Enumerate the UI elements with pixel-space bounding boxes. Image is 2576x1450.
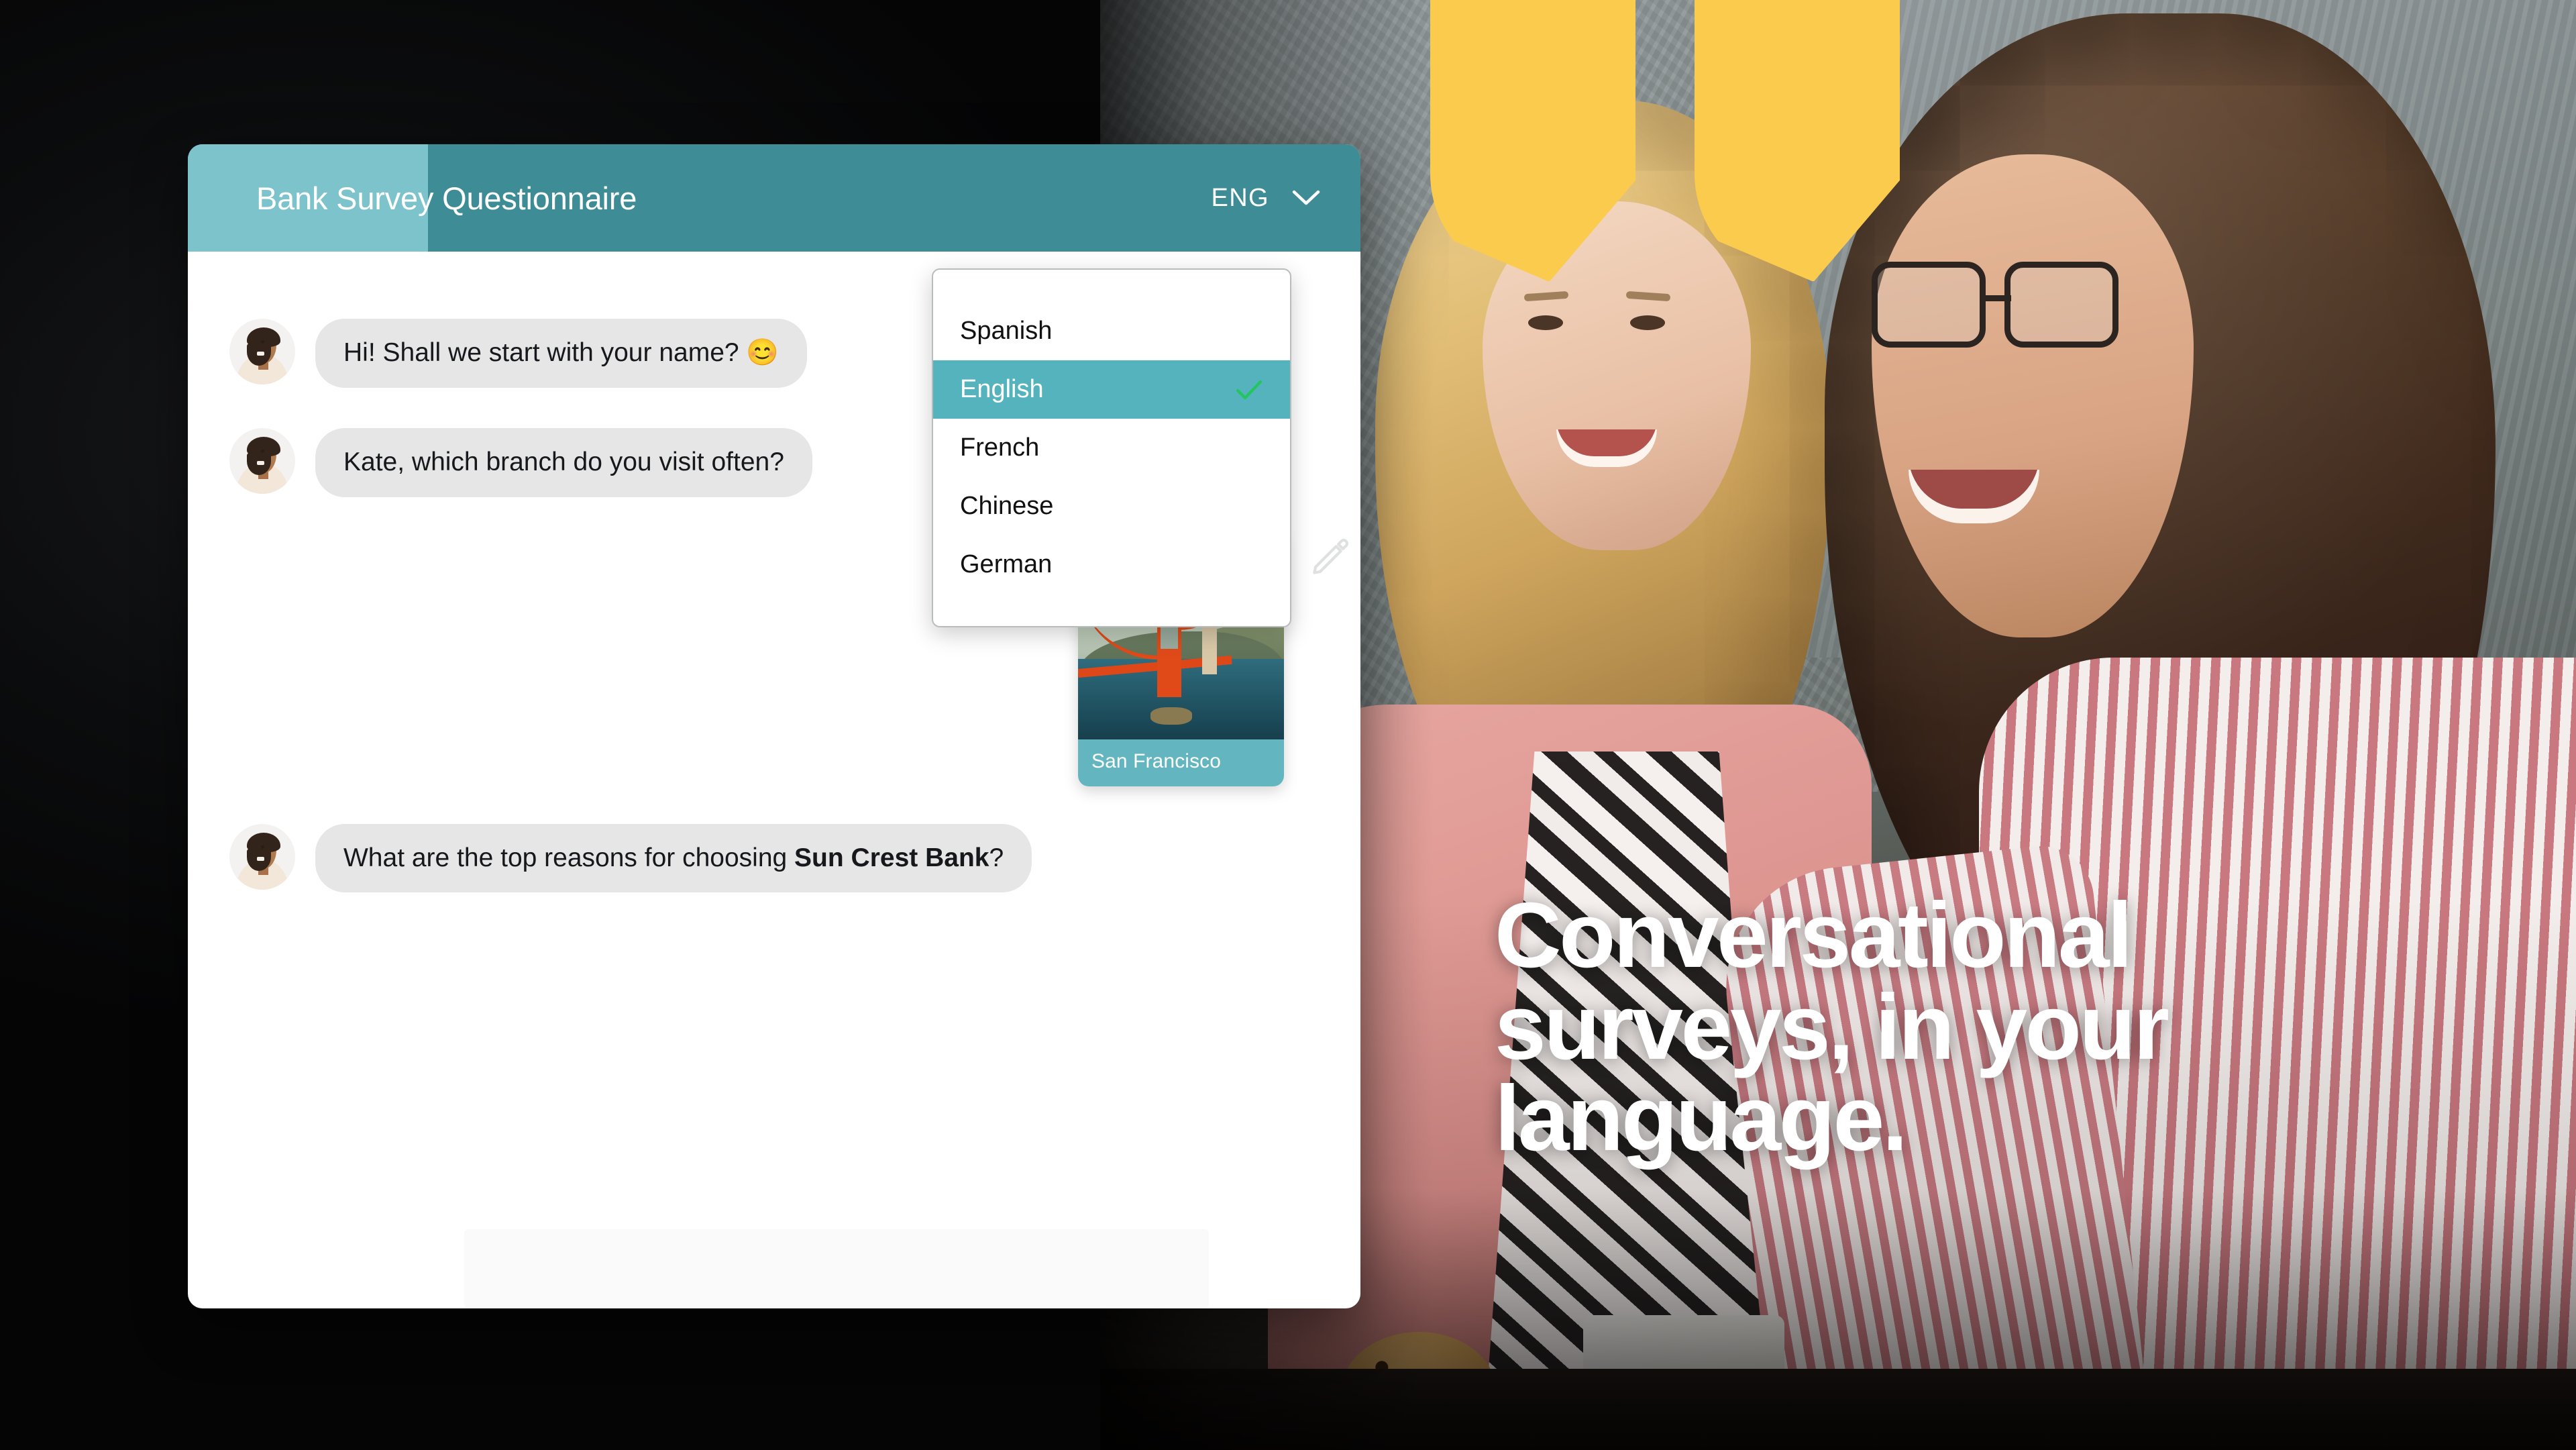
- bot-message-bubble: What are the top reasons for choosing Su…: [315, 823, 1032, 893]
- quote-mark-stroke-right: [1695, 0, 1900, 282]
- dropdown-option-label: German: [960, 550, 1053, 578]
- panel-header: Bank Survey Questionnaire ENG: [188, 144, 1360, 252]
- quote-mark-stroke-left: [1430, 0, 1635, 282]
- headline-line-3: language.: [1495, 1067, 1908, 1171]
- list-item: What are the top reasons for choosing Su…: [188, 823, 1360, 893]
- message-text: Kate, which branch do you visit often?: [343, 447, 784, 476]
- dropdown-option-chinese[interactable]: Chinese: [933, 477, 1290, 535]
- language-selector-label: ENG: [1211, 183, 1269, 212]
- smiling-face-emoji-icon: 😊: [746, 338, 779, 367]
- bot-message-bubble: Hi! Shall we start with your name? 😊: [315, 319, 807, 388]
- dropdown-option-label: Chinese: [960, 492, 1054, 520]
- answer-input-area[interactable]: [464, 1229, 1209, 1308]
- quote-mark-graphic: [1430, 0, 1900, 282]
- image-answer-caption: San Francisco: [1078, 739, 1284, 786]
- message-text-suffix: ?: [989, 843, 1004, 872]
- message-text: Hi! Shall we start with your name?: [343, 338, 747, 367]
- dropdown-option-label: English: [960, 375, 1044, 403]
- avatar: [229, 319, 295, 384]
- dropdown-option-label: French: [960, 433, 1040, 462]
- page-title: Bank Survey Questionnaire: [256, 180, 637, 216]
- bot-message-bubble: Kate, which branch do you visit often?: [315, 427, 812, 497]
- dropdown-option-label: Spanish: [960, 317, 1053, 345]
- avatar: [229, 823, 295, 890]
- chevron-down-icon: [1292, 190, 1320, 205]
- avatar: [229, 427, 295, 494]
- message-text: What are the top reasons for choosing: [343, 843, 795, 872]
- dropdown-option-french[interactable]: French: [933, 419, 1290, 477]
- pencil-edit-icon[interactable]: [1308, 535, 1352, 579]
- headline-line-2: surveys, in your: [1495, 975, 2169, 1079]
- dropdown-option-german[interactable]: German: [933, 535, 1290, 594]
- dropdown-option-spanish[interactable]: Spanish: [933, 302, 1290, 360]
- message-text-bold: Sun Crest Bank: [794, 843, 989, 872]
- dropdown-option-english[interactable]: English: [933, 360, 1290, 419]
- language-selector-button[interactable]: ENG: [1211, 184, 1320, 213]
- marketing-headline: Conversational surveys, in your language…: [1495, 884, 2487, 1171]
- language-dropdown-menu[interactable]: Spanish English French Chinese German: [932, 268, 1291, 627]
- headline-line-1: Conversational: [1495, 884, 2133, 987]
- check-icon: [1236, 380, 1263, 399]
